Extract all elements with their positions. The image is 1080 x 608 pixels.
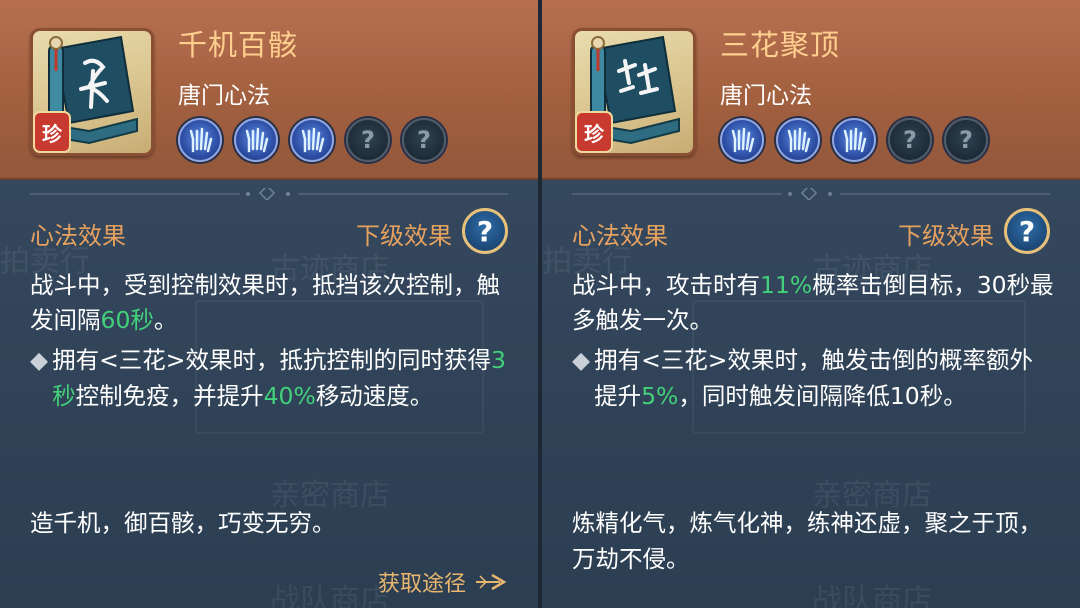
hand-skill-icon[interactable] [234, 118, 278, 162]
help-button[interactable]: ? [462, 208, 508, 254]
lower-effect-label[interactable]: 下级效果 [898, 216, 994, 251]
main-effect-text: 战斗中，受到控制效果时，抵挡该次控制，触发间隔60秒。 [30, 268, 512, 338]
bg-ghost-label: 战队商店 [812, 583, 932, 608]
help-button[interactable]: ? [1004, 208, 1050, 254]
acquire-label: 获取途径 [377, 572, 466, 597]
bg-ghost-label: 战队商店 [270, 583, 390, 608]
acquire-link[interactable]: 获取途径 [378, 566, 508, 598]
effect-highlight: 5% [641, 382, 679, 410]
skill-level-row: ? ? [178, 118, 446, 162]
effect-label: 心法效果 [30, 222, 126, 250]
hand-skill-icon[interactable] [720, 118, 764, 162]
divider-ornament [572, 188, 1050, 200]
hand-skill-icon[interactable] [832, 118, 876, 162]
rarity-badge: 珍 [575, 111, 613, 153]
effect-highlight: 11% [760, 271, 813, 299]
divider-ornament [30, 188, 508, 200]
unknown-skill-icon[interactable]: ? [888, 118, 932, 162]
rarity-badge: 珍 [33, 111, 71, 153]
skill-category: 唐门心法 [178, 83, 270, 109]
lower-effect-label[interactable]: 下级效果 [356, 216, 452, 251]
skill-category: 唐门心法 [720, 83, 812, 109]
skill-title: 千机百骸 [178, 28, 299, 62]
scroll-book-icon: 珍 [30, 28, 154, 156]
effect-text-part: 战斗中，攻击时有 [572, 271, 760, 299]
flavor-text: 炼精化气，炼气化神，练神还虚，聚之于顶，万劫不侵。 [572, 509, 1042, 573]
bullet-effect-text: 拥有<三花>效果时，抵抗控制的同时获得3秒控制免疫，并提升40%移动速度。 [52, 342, 512, 414]
effect-highlight: 60秒 [100, 306, 154, 334]
scroll-book-icon: 珍 [572, 28, 696, 156]
effect-label: 心法效果 [572, 222, 668, 250]
arrow-right-icon [476, 573, 507, 591]
effect-text-part: 移动速度。 [315, 382, 434, 410]
bullet-diamond-icon: ◆ [572, 346, 591, 374]
effect-text-part: 。 [153, 306, 178, 334]
skill-card-left: 拍卖行 古迹商店 亲密商店 战队商店 珍 千机百骸 唐门心法 ? ? 心法效果 … [0, 0, 538, 608]
main-effect-text: 战斗中，攻击时有11%概率击倒目标，30秒最多触发一次。 [572, 268, 1054, 338]
bullet-effect: ◆ 拥有<三花>效果时，抵抗控制的同时获得3秒控制免疫，并提升40%移动速度。 [30, 342, 512, 414]
skill-level-row: ? ? [720, 118, 988, 162]
effect-highlight: 40% [263, 382, 316, 410]
unknown-skill-icon[interactable]: ? [944, 118, 988, 162]
effect-text-part: 控制免疫，并提升 [75, 382, 264, 410]
bullet-effect: ◆ 拥有<三花>效果时，触发击倒的概率额外提升5%，同时触发间隔降低10秒。 [572, 342, 1054, 414]
unknown-skill-icon[interactable]: ? [402, 118, 446, 162]
flavor-text: 造千机，御百骸，巧变无穷。 [30, 509, 336, 537]
bullet-effect-text: 拥有<三花>效果时，触发击倒的概率额外提升5%，同时触发间隔降低10秒。 [594, 342, 1054, 414]
unknown-skill-icon[interactable]: ? [346, 118, 390, 162]
effect-text-part: 拥有<三花>效果时，抵抗控制的同时获得 [52, 346, 491, 374]
hand-skill-icon[interactable] [290, 118, 334, 162]
skill-card-right: 拍卖行 古迹商店 亲密商店 战队商店 珍 三花聚顶 唐门心法 ? ? 心法效果 … [542, 0, 1080, 608]
hand-skill-icon[interactable] [178, 118, 222, 162]
hand-skill-icon[interactable] [776, 118, 820, 162]
card-header: 珍 千机百骸 唐门心法 ? ? [0, 0, 538, 180]
bullet-diamond-icon: ◆ [30, 346, 49, 374]
card-header: 珍 三花聚顶 唐门心法 ? ? [542, 0, 1080, 180]
skill-title: 三花聚顶 [720, 28, 841, 62]
effect-text-part: ，同时触发间隔降低10秒。 [678, 382, 967, 410]
